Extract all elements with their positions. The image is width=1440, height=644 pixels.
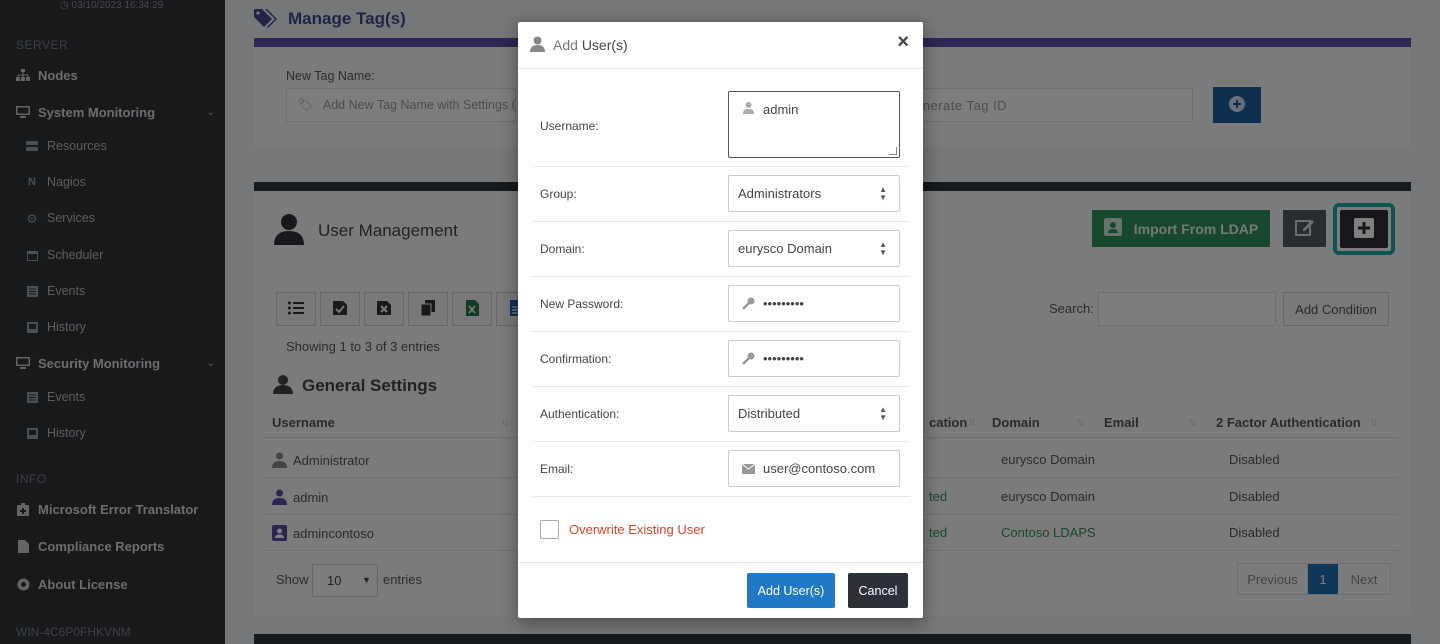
user-icon: [741, 102, 755, 114]
close-icon[interactable]: ×: [897, 32, 909, 52]
group-label: Group:: [540, 187, 577, 201]
domain-value: eurysco Domain: [738, 241, 832, 256]
email-label: Email:: [540, 462, 574, 476]
select-arrows-icon: ▲ ▼: [879, 239, 887, 257]
confirmation-value: •••••••••: [763, 351, 804, 366]
email-field[interactable]: user@contoso.com: [728, 450, 900, 487]
domain-label: Domain:: [540, 242, 585, 256]
modal-title-main: User(s): [581, 37, 628, 53]
cancel-button[interactable]: Cancel: [848, 573, 908, 608]
domain-select[interactable]: eurysco Domain ▲ ▼: [728, 230, 900, 267]
form-row-new-password: New Password: •••••••••: [531, 277, 910, 332]
modal-title: Add User(s): [553, 37, 628, 53]
modal-header: Add User(s) ×: [518, 22, 923, 69]
confirmation-label: Confirmation:: [540, 352, 612, 366]
authentication-value: Distributed: [738, 406, 801, 421]
add-user-modal: Add User(s) × Username: admin Group: Adm…: [518, 22, 923, 618]
user-icon: [530, 36, 545, 55]
authentication-label: Authentication:: [540, 407, 620, 421]
form-row-domain: Domain: eurysco Domain ▲ ▼: [531, 222, 910, 277]
form-row-authentication: Authentication: Distributed ▲ ▼: [531, 387, 910, 442]
new-password-value: •••••••••: [763, 296, 804, 311]
envelope-icon: [741, 463, 755, 474]
overwrite-label[interactable]: Overwrite Existing User: [569, 522, 705, 537]
overwrite-option: Overwrite Existing User: [540, 520, 705, 539]
group-select[interactable]: Administrators ▲ ▼: [728, 175, 900, 212]
email-value: user@contoso.com: [763, 461, 876, 476]
select-arrows-icon: ▲ ▼: [879, 404, 887, 422]
form-row-username: Username: admin: [531, 84, 910, 167]
add-users-button[interactable]: Add User(s): [747, 573, 835, 608]
form-row-confirmation: Confirmation: •••••••••: [531, 332, 910, 387]
username-label: Username:: [540, 119, 599, 133]
username-value: admin: [763, 102, 799, 117]
new-password-label: New Password:: [540, 297, 624, 311]
confirmation-field[interactable]: •••••••••: [728, 340, 900, 377]
authentication-select[interactable]: Distributed ▲ ▼: [728, 395, 900, 432]
group-value: Administrators: [738, 186, 822, 201]
overwrite-checkbox[interactable]: [540, 520, 559, 539]
username-field[interactable]: admin: [728, 91, 900, 158]
form-row-email: Email: user@contoso.com: [531, 442, 910, 497]
modal-footer: Add User(s) Cancel: [518, 562, 923, 618]
key-icon: [741, 352, 755, 365]
new-password-field[interactable]: •••••••••: [728, 285, 900, 322]
key-icon: [741, 297, 755, 310]
resize-handle[interactable]: [889, 147, 897, 155]
modal-title-prefix: Add: [553, 37, 582, 53]
form-row-group: Group: Administrators ▲ ▼: [531, 167, 910, 222]
select-arrows-icon: ▲ ▼: [879, 184, 887, 202]
